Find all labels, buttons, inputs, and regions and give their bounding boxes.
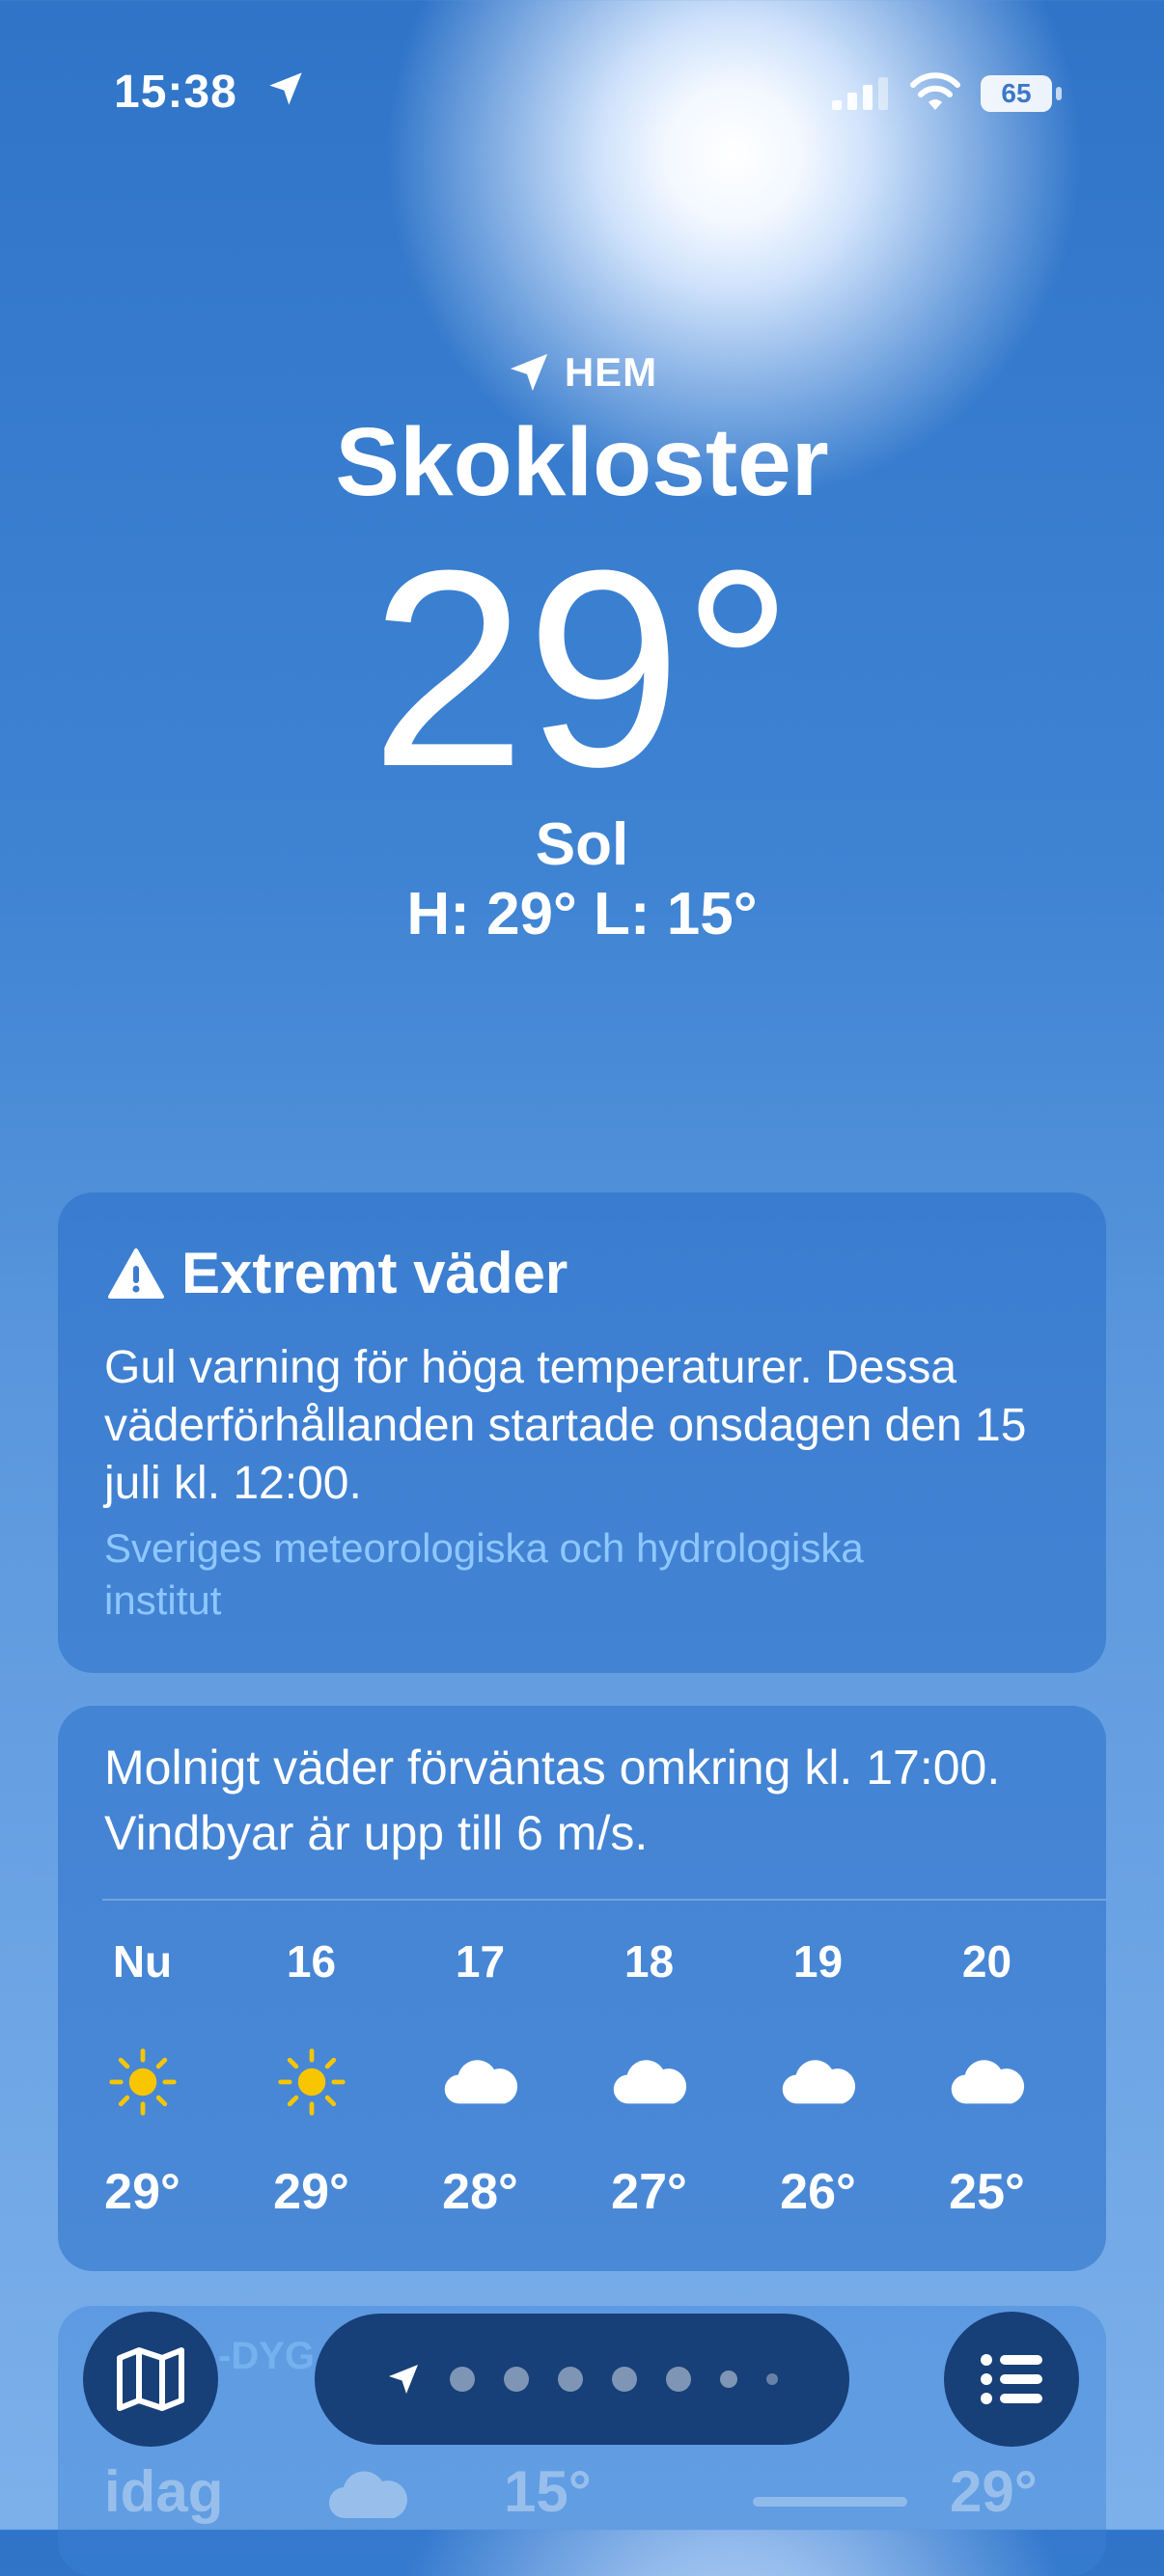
page-dot[interactable] xyxy=(612,2367,637,2392)
current-temperature: 29° xyxy=(370,512,794,825)
location-list-button[interactable] xyxy=(944,2312,1079,2447)
hour-label: 20 xyxy=(961,1936,1012,1987)
cloud-icon xyxy=(442,2043,519,2121)
page-dot[interactable] xyxy=(558,2367,583,2392)
hourly-description: Molnigt väder förväntas omkring kl. 17:0… xyxy=(104,1740,1001,1860)
warning-icon xyxy=(108,1247,164,1299)
cloud-icon xyxy=(611,2043,688,2121)
hour-item: 18 27° xyxy=(565,1930,734,2221)
cellular-signal-icon xyxy=(832,77,888,110)
hour-temperature: 25° xyxy=(949,2164,1025,2220)
daily-forecast-label: -DYG xyxy=(218,2335,315,2377)
status-time: 15:38 xyxy=(114,67,237,118)
temperature-range-bar xyxy=(753,2497,907,2507)
alert-title-text: Extremt väder xyxy=(181,1241,568,1305)
hourly-list[interactable]: Nu 29° 16 29° 17 28° 18 27° 19 26° 20 25… xyxy=(58,1930,1106,2221)
battery-indicator: 65 xyxy=(981,75,1062,112)
hour-temperature: 27° xyxy=(611,2164,687,2220)
hour-label: 18 xyxy=(624,1936,675,1987)
cloud-icon xyxy=(328,2471,407,2519)
divider xyxy=(102,1899,1106,1901)
page-dot[interactable] xyxy=(766,2373,778,2385)
high-low-temperature: H: 29° L: 15° xyxy=(406,881,758,947)
map-button[interactable] xyxy=(83,2312,218,2447)
hour-label: Nu xyxy=(112,1936,173,1987)
forecast-day: idag xyxy=(104,2459,224,2524)
hour-temperature: 26° xyxy=(780,2164,856,2220)
page-dot[interactable] xyxy=(450,2367,475,2392)
page-dot[interactable] xyxy=(504,2367,529,2392)
location-arrow-icon xyxy=(389,2365,418,2394)
hour-label: 16 xyxy=(286,1936,337,1987)
hour-item: 20 25° xyxy=(902,1930,1071,2221)
weather-condition: Sol xyxy=(535,811,629,878)
location-label: HEM xyxy=(0,349,1164,396)
cloud-icon xyxy=(780,2043,857,2121)
cloud-icon xyxy=(949,2043,1026,2121)
forecast-high: 29° xyxy=(950,2459,1038,2524)
alert-text: Gul varning för höga temperaturer. Dessa… xyxy=(104,1342,1027,1509)
location-tag: HEM xyxy=(564,349,658,395)
hour-temperature: 29° xyxy=(273,2164,349,2220)
list-icon xyxy=(981,2354,1042,2404)
sun-icon xyxy=(104,2043,181,2121)
hour-item: 16 29° xyxy=(227,1930,396,2221)
location-arrow-icon xyxy=(510,353,547,392)
hour-temperature: 28° xyxy=(442,2164,518,2220)
map-icon xyxy=(117,2347,184,2411)
location-arrow-icon xyxy=(269,72,302,105)
page-dot[interactable] xyxy=(666,2367,691,2392)
city-name: Skokloster xyxy=(335,408,829,516)
alert-source-link[interactable]: Sveriges meteorologiska och hydrologiska… xyxy=(104,1522,973,1627)
alert-title: Extremt väder xyxy=(108,1240,568,1306)
hour-item: 19 26° xyxy=(734,1930,902,2221)
hour-label: 19 xyxy=(792,1936,844,1987)
page-indicator[interactable] xyxy=(315,2314,849,2445)
hour-label: 17 xyxy=(455,1936,506,1987)
wifi-icon xyxy=(910,72,960,110)
hour-temperature: 29° xyxy=(104,2164,180,2220)
sun-icon xyxy=(273,2043,350,2121)
forecast-low: 15° xyxy=(504,2459,592,2524)
page-dot[interactable] xyxy=(720,2370,737,2388)
hour-item: 17 28° xyxy=(396,1930,565,2221)
hour-item: Nu 29° xyxy=(58,1930,227,2221)
